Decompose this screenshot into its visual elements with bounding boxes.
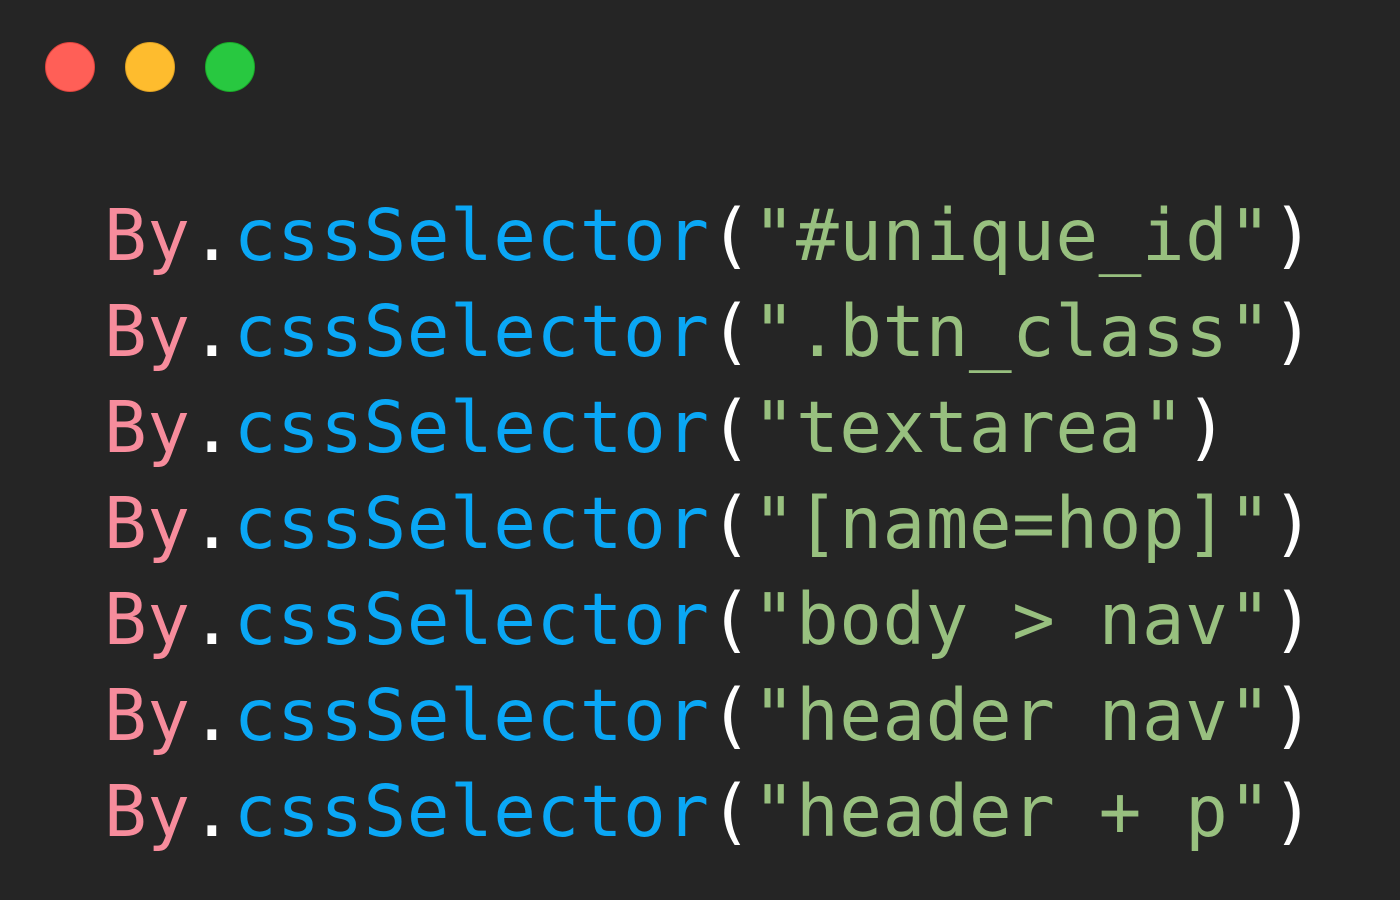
class-token: By bbox=[104, 770, 191, 853]
dot-token: . bbox=[190, 578, 234, 661]
open-paren-token: ( bbox=[709, 194, 753, 277]
open-paren-token: ( bbox=[709, 770, 753, 853]
class-token: By bbox=[104, 674, 191, 757]
dot-token: . bbox=[190, 386, 234, 469]
maximize-button[interactable] bbox=[205, 42, 255, 92]
window-controls bbox=[45, 42, 255, 92]
minimize-button[interactable] bbox=[125, 42, 175, 92]
close-paren-token: ) bbox=[1271, 194, 1315, 277]
string-token: "#unique_id" bbox=[752, 194, 1272, 277]
code-line: By.cssSelector("[name=hop]") bbox=[104, 476, 1315, 572]
open-paren-token: ( bbox=[709, 578, 753, 661]
code-line: By.cssSelector("#unique_id") bbox=[104, 188, 1315, 284]
code-line: By.cssSelector("header + p") bbox=[104, 764, 1315, 860]
method-token: cssSelector bbox=[233, 290, 710, 373]
dot-token: . bbox=[190, 194, 234, 277]
dot-token: . bbox=[190, 770, 234, 853]
method-token: cssSelector bbox=[233, 194, 710, 277]
method-token: cssSelector bbox=[233, 674, 710, 757]
open-paren-token: ( bbox=[709, 290, 753, 373]
dot-token: . bbox=[190, 674, 234, 757]
class-token: By bbox=[104, 290, 191, 373]
open-paren-token: ( bbox=[709, 674, 753, 757]
open-paren-token: ( bbox=[709, 482, 753, 565]
code-line: By.cssSelector(".btn_class") bbox=[104, 284, 1315, 380]
code-window: By.cssSelector("#unique_id") By.cssSelect… bbox=[0, 0, 1400, 900]
method-token: cssSelector bbox=[233, 386, 710, 469]
close-paren-token: ) bbox=[1271, 578, 1315, 661]
string-token: ".btn_class" bbox=[752, 290, 1272, 373]
close-paren-token: ) bbox=[1271, 770, 1315, 853]
string-token: "header nav" bbox=[752, 674, 1272, 757]
close-paren-token: ) bbox=[1271, 482, 1315, 565]
dot-token: . bbox=[190, 482, 234, 565]
open-paren-token: ( bbox=[709, 386, 753, 469]
method-token: cssSelector bbox=[233, 482, 710, 565]
method-token: cssSelector bbox=[233, 578, 710, 661]
code-line: By.cssSelector("body > nav") bbox=[104, 572, 1315, 668]
code-line: By.cssSelector("header nav") bbox=[104, 668, 1315, 764]
dot-token: . bbox=[190, 290, 234, 373]
close-paren-token: ) bbox=[1271, 674, 1315, 757]
close-button[interactable] bbox=[45, 42, 95, 92]
code-block: By.cssSelector("#unique_id") By.cssSelect… bbox=[104, 188, 1315, 860]
class-token: By bbox=[104, 578, 191, 661]
class-token: By bbox=[104, 386, 191, 469]
code-line: By.cssSelector("textarea") bbox=[104, 380, 1315, 476]
string-token: "header + p" bbox=[752, 770, 1272, 853]
class-token: By bbox=[104, 482, 191, 565]
string-token: "[name=hop]" bbox=[752, 482, 1272, 565]
class-token: By bbox=[104, 194, 191, 277]
string-token: "body > nav" bbox=[752, 578, 1272, 661]
close-paren-token: ) bbox=[1185, 386, 1229, 469]
method-token: cssSelector bbox=[233, 770, 710, 853]
close-paren-token: ) bbox=[1271, 290, 1315, 373]
string-token: "textarea" bbox=[752, 386, 1186, 469]
